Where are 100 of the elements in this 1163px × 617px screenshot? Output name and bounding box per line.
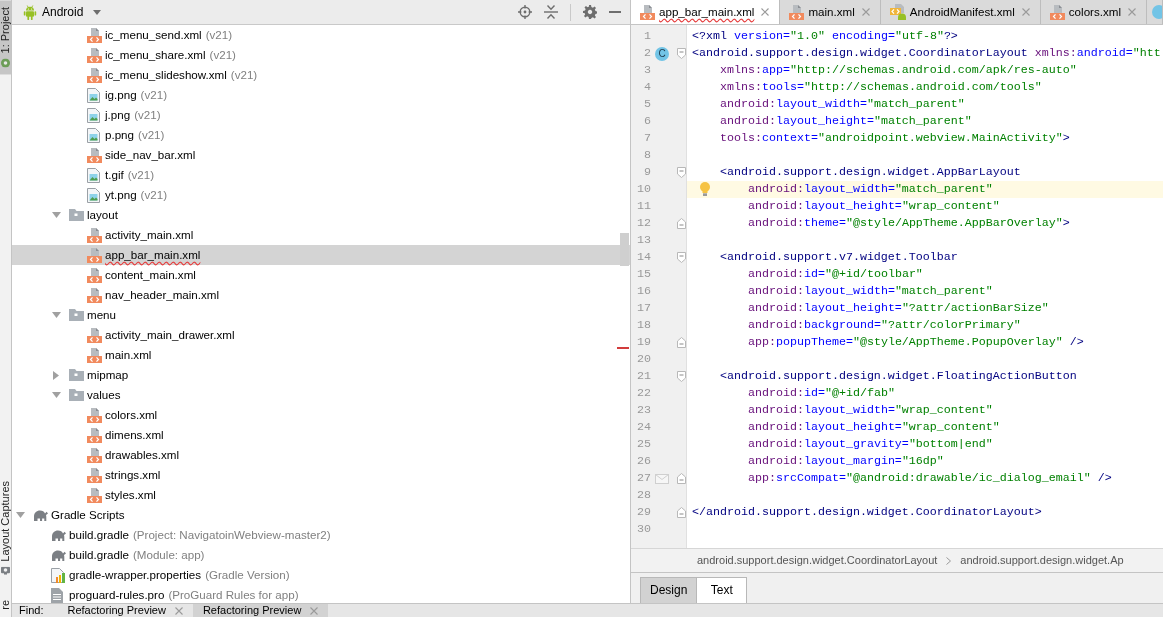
image-file-icon bbox=[87, 167, 100, 183]
lightbulb-icon[interactable] bbox=[700, 182, 710, 196]
line-number: 3 bbox=[644, 63, 651, 77]
tree-item[interactable]: styles.xml bbox=[87, 485, 156, 505]
tree-arrow-icon[interactable] bbox=[53, 370, 59, 380]
code-line: android:layout_height="wrap_content" bbox=[746, 198, 1000, 215]
close-icon[interactable] bbox=[174, 606, 183, 615]
xml-file-icon bbox=[87, 227, 102, 243]
chart-file-icon bbox=[51, 567, 65, 583]
tree-arrow-icon[interactable] bbox=[52, 392, 61, 398]
tree-item[interactable]: values bbox=[52, 385, 121, 405]
editor-tab[interactable]: colors.xml bbox=[1040, 0, 1147, 24]
code-line: app:srcCompat="@android:drawable/ic_dialog_email" /> bbox=[746, 470, 1112, 487]
breadcrumb-item[interactable]: android.support.design.widget.CoordinatorLayout bbox=[697, 553, 938, 568]
line-number: 27 bbox=[637, 471, 651, 485]
close-icon[interactable] bbox=[1128, 8, 1136, 16]
line-number: 2 bbox=[644, 46, 651, 60]
code-line: android:layout_height="?attr/actionBarSize" bbox=[746, 300, 1049, 317]
code-line: <android.support.design.widget.CoordinatorLayout xmlns:android="htt bbox=[692, 45, 1161, 62]
tree-item[interactable]: build.gradle (Project: NavigatoinWebview-master2) bbox=[51, 525, 331, 545]
close-icon[interactable] bbox=[861, 8, 870, 16]
tree-item[interactable]: colors.xml bbox=[87, 405, 158, 425]
close-icon[interactable] bbox=[1021, 8, 1030, 16]
line-number: 8 bbox=[644, 148, 651, 162]
xml-file-icon bbox=[87, 407, 102, 423]
tree-item[interactable]: content_main.xml bbox=[87, 265, 196, 285]
line-number: 25 bbox=[637, 437, 651, 451]
line-number: 11 bbox=[637, 199, 651, 213]
image-file-icon bbox=[87, 127, 100, 143]
tree-item[interactable]: nav_header_main.xml bbox=[87, 285, 220, 305]
folder-icon bbox=[69, 389, 84, 401]
elephant-icon bbox=[51, 529, 66, 541]
line-number: 28 bbox=[637, 488, 651, 502]
code-line: android:layout_width="match_parent" bbox=[719, 96, 965, 113]
tree-item[interactable]: ig.png (v21) bbox=[87, 85, 167, 105]
tree-item[interactable]: yt.png (v21) bbox=[87, 185, 167, 205]
tree-item[interactable]: activity_main_drawer.xml bbox=[87, 325, 235, 345]
tree-item[interactable]: dimens.xml bbox=[87, 425, 164, 445]
editor-tab[interactable]: main.xml bbox=[780, 0, 881, 24]
xml-file-icon bbox=[87, 467, 102, 483]
tool-window-tab[interactable]: re bbox=[0, 593, 11, 617]
tool-tab[interactable]: Refactoring Preview bbox=[57, 604, 193, 617]
tree-item[interactable]: drawables.xml bbox=[87, 445, 180, 465]
tree-item[interactable]: p.png (v21) bbox=[87, 125, 165, 145]
envelope-icon[interactable] bbox=[655, 473, 669, 484]
xml-file-icon bbox=[1049, 4, 1065, 20]
tree-item[interactable]: j.png (v21) bbox=[87, 105, 161, 125]
fold-icon[interactable] bbox=[677, 371, 686, 382]
target-icon[interactable] bbox=[518, 5, 532, 19]
breadcrumb-item[interactable]: android.support.design.widget.Ap bbox=[960, 553, 1124, 568]
editor-tab[interactable]: AndroidManifest.xml bbox=[880, 0, 1041, 24]
code-line: xmlns:tools="http://schemas.android.com/tools" bbox=[719, 79, 1042, 96]
class-icon[interactable]: C bbox=[655, 46, 669, 61]
tree-item[interactable]: activity_main.xml bbox=[87, 225, 194, 245]
line-number: 20 bbox=[637, 352, 651, 366]
close-icon[interactable] bbox=[310, 606, 319, 615]
tree-item[interactable]: build.gradle (Module: app) bbox=[51, 545, 205, 565]
tree-item[interactable]: ic_menu_send.xml (v21) bbox=[87, 25, 233, 45]
line-number: 12 bbox=[637, 216, 651, 230]
fold-icon[interactable] bbox=[677, 252, 686, 263]
tree-arrow-icon[interactable] bbox=[16, 512, 25, 518]
tree-item[interactable]: ic_menu_share.xml (v21) bbox=[87, 45, 236, 65]
tree-item[interactable]: layout bbox=[52, 205, 118, 225]
minimize-icon[interactable] bbox=[609, 11, 621, 13]
editor-mode-tab[interactable]: Text bbox=[696, 577, 748, 603]
editor-tab[interactable]: app_bar_main.xml bbox=[631, 0, 781, 24]
editor-mode-tab[interactable]: Design bbox=[640, 577, 698, 603]
editor-tab[interactable] bbox=[1147, 0, 1163, 24]
fold-icon[interactable] bbox=[677, 337, 686, 348]
tree-item[interactable]: Gradle Scripts bbox=[16, 505, 125, 525]
tree-item[interactable]: main.xml bbox=[87, 345, 152, 365]
code-line: android:layout_gravity="bottom|end" bbox=[746, 436, 993, 453]
fold-icon[interactable] bbox=[677, 507, 686, 518]
scrollbar-thumb[interactable] bbox=[620, 233, 629, 266]
tree-item[interactable]: menu bbox=[52, 305, 116, 325]
image-file-icon bbox=[87, 87, 100, 103]
tree-item[interactable]: proguard-rules.pro (ProGuard Rules for app) bbox=[51, 585, 299, 603]
tree-item[interactable]: t.gif (v21) bbox=[87, 165, 155, 185]
elephant-icon bbox=[33, 509, 48, 521]
line-number: 15 bbox=[637, 267, 651, 281]
tool-tab[interactable]: Refactoring Preview bbox=[192, 604, 329, 617]
tree-item[interactable]: strings.xml bbox=[87, 465, 161, 485]
tree-arrow-icon[interactable] bbox=[52, 212, 61, 218]
settings-icon[interactable] bbox=[583, 5, 597, 19]
tree-item[interactable]: side_nav_bar.xml bbox=[87, 145, 196, 165]
tree-item[interactable]: mipmap bbox=[52, 365, 129, 385]
fold-icon[interactable] bbox=[677, 48, 686, 59]
fold-icon[interactable] bbox=[677, 218, 686, 229]
tree-item[interactable]: ic_menu_slideshow.xml (v21) bbox=[87, 65, 258, 85]
line-number: 14 bbox=[637, 250, 651, 264]
line-number: 26 bbox=[637, 454, 651, 468]
view-dropdown[interactable]: Android bbox=[22, 4, 102, 20]
tree-arrow-icon[interactable] bbox=[52, 312, 61, 318]
fold-icon[interactable] bbox=[677, 167, 686, 178]
line-number: 9 bbox=[644, 165, 651, 179]
fold-icon[interactable] bbox=[677, 473, 686, 484]
tree-item[interactable]: gradle-wrapper.properties (Gradle Version) bbox=[51, 565, 290, 585]
tree-item[interactable]: app_bar_main.xml bbox=[12, 245, 630, 265]
close-icon[interactable] bbox=[761, 8, 770, 16]
collapse-all-icon[interactable] bbox=[544, 5, 558, 19]
